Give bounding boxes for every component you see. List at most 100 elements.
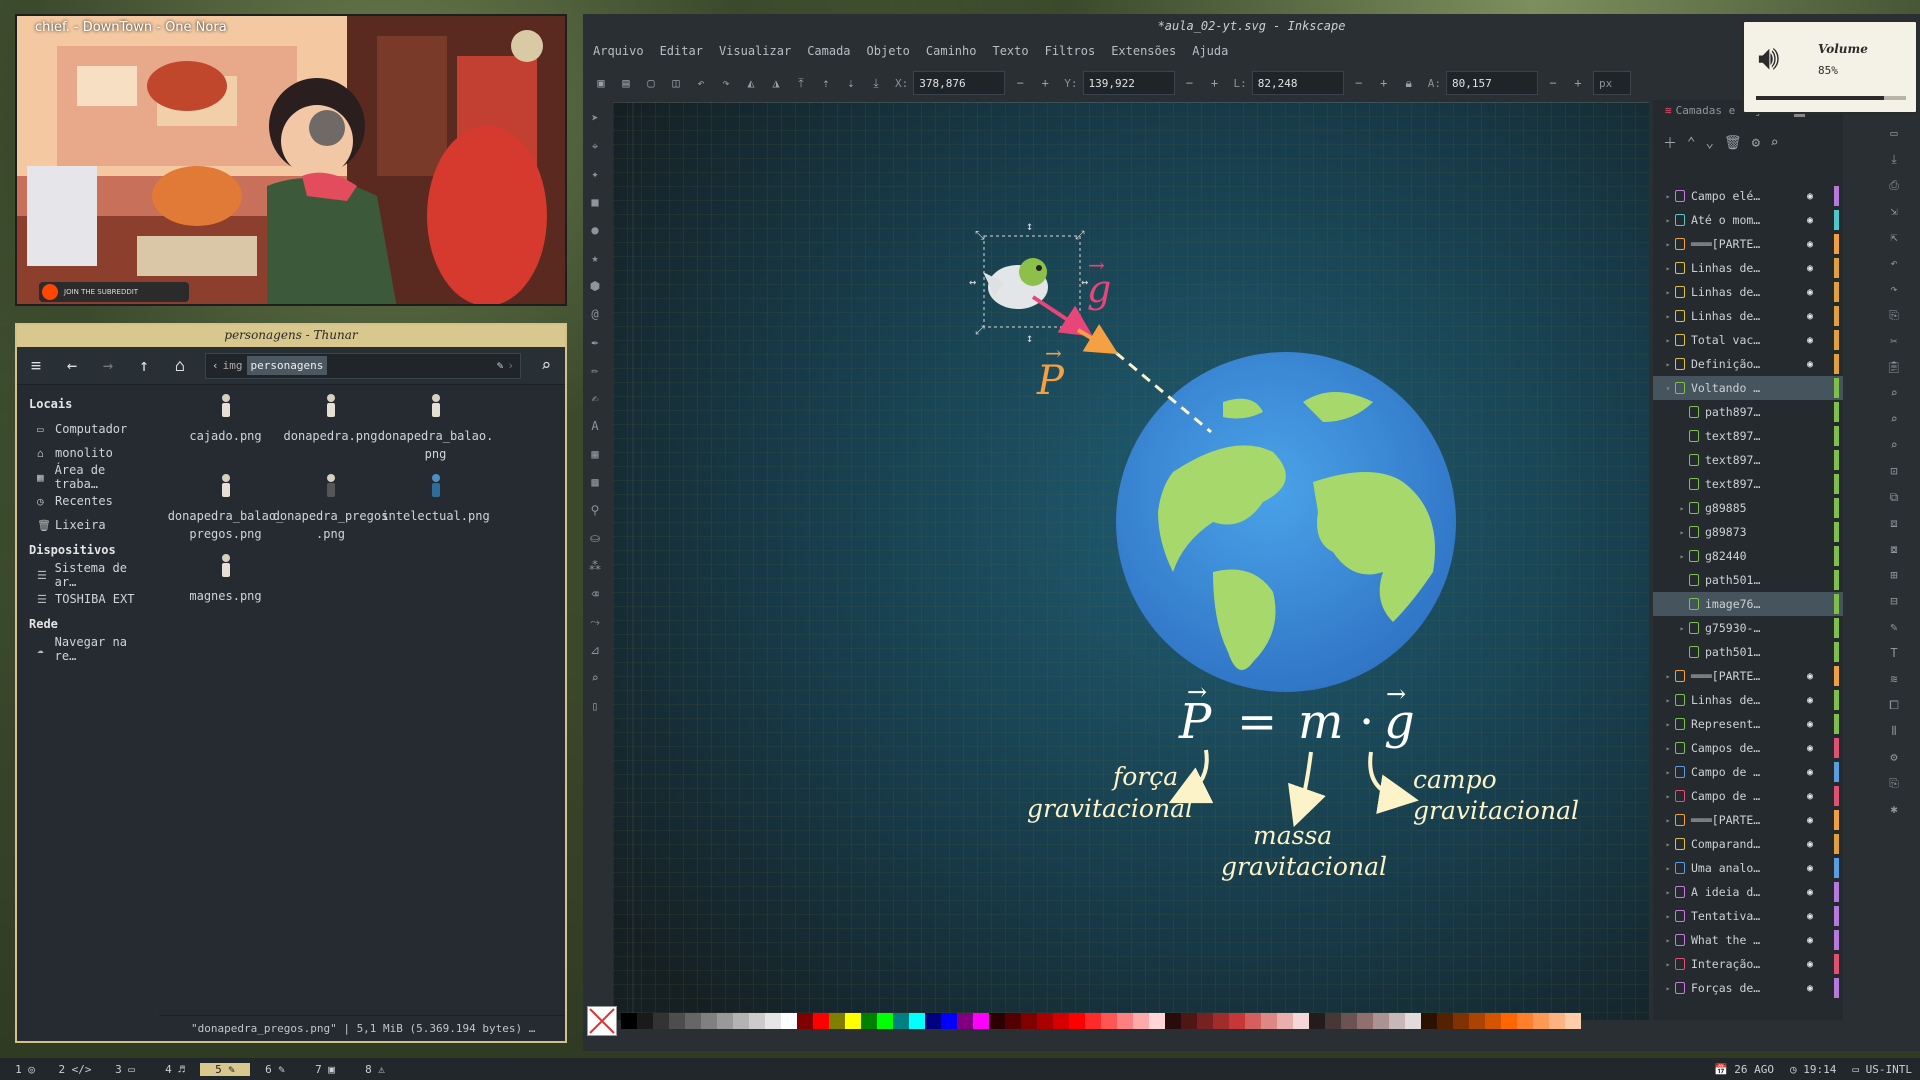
expand-toggle-icon[interactable]: ▸ xyxy=(1675,624,1689,633)
workspace-button[interactable]: 2 </> xyxy=(50,1063,100,1076)
visibility-eye-icon[interactable]: ◉ xyxy=(1807,935,1813,946)
expand-toggle-icon[interactable]: ▸ xyxy=(1661,984,1675,993)
document-properties-icon[interactable]: ⎘ xyxy=(1884,772,1904,794)
spiral-tool-icon[interactable]: @ xyxy=(586,302,604,326)
earth-illustration[interactable] xyxy=(1116,352,1456,692)
layer-row[interactable]: ▸ Forças de… ◉ xyxy=(1653,976,1843,1000)
delete-icon[interactable]: 🗑︎ xyxy=(1724,135,1742,151)
calligraphy-tool-icon[interactable]: ✍ xyxy=(586,386,604,410)
select-all-layers-icon[interactable]: ▤ xyxy=(616,73,636,93)
import-icon[interactable]: ⇲ xyxy=(1884,200,1904,222)
layer-row[interactable]: ▸ A ideia d… ◉ xyxy=(1653,880,1843,904)
sidebar-item[interactable]: 🗑︎ Lixeira xyxy=(23,513,153,537)
path-left-arrow-icon[interactable]: ‹ xyxy=(212,359,219,372)
x-input[interactable]: 378,876 xyxy=(913,71,1006,95)
lower-bottom-icon[interactable]: ⤓ xyxy=(866,73,886,93)
deselect-icon[interactable]: ▢ xyxy=(641,73,661,93)
lock-ratio-icon[interactable]: 🔒︎ xyxy=(1399,73,1419,93)
expand-toggle-icon[interactable]: ▸ xyxy=(1661,888,1675,897)
height-increment-icon[interactable]: + xyxy=(1568,73,1588,93)
expand-toggle-icon[interactable]: ▸ xyxy=(1661,336,1675,345)
visibility-eye-icon[interactable]: ◉ xyxy=(1807,815,1813,826)
path-right-arrow-icon[interactable]: › xyxy=(507,359,514,372)
color-swatch[interactable] xyxy=(1517,1013,1533,1029)
width-increment-icon[interactable]: + xyxy=(1374,73,1394,93)
visibility-eye-icon[interactable]: ◉ xyxy=(1807,791,1813,802)
layer-row[interactable]: ▸ Linhas de… ◉ xyxy=(1653,256,1843,280)
rotate-ccw-icon[interactable]: ↶ xyxy=(691,73,711,93)
color-swatch[interactable] xyxy=(1101,1013,1117,1029)
raise-top-icon[interactable]: ⤒ xyxy=(791,73,811,93)
visibility-eye-icon[interactable]: ◉ xyxy=(1807,287,1813,298)
layer-row[interactable]: ▸ ═══[PARTE… ◉ xyxy=(1653,808,1843,832)
connector-tool-icon[interactable]: ⤳ xyxy=(586,610,604,634)
color-swatch[interactable] xyxy=(1277,1013,1293,1029)
spray-tool-icon[interactable]: ⁂ xyxy=(586,554,604,578)
move-up-icon[interactable]: ⌃ xyxy=(1687,135,1695,151)
layer-row[interactable]: text897… xyxy=(1653,472,1843,496)
expand-toggle-icon[interactable]: ▸ xyxy=(1661,792,1675,801)
visibility-eye-icon[interactable]: ◉ xyxy=(1807,359,1813,370)
cut-icon[interactable]: ✂ xyxy=(1884,330,1904,352)
fill-stroke-icon[interactable]: ✎ xyxy=(1884,616,1904,638)
edit-path-icon[interactable]: ✎ xyxy=(497,359,504,372)
export-icon[interactable]: ⇱ xyxy=(1884,226,1904,248)
print-icon[interactable]: ⎙ xyxy=(1884,174,1904,196)
visibility-eye-icon[interactable]: ◉ xyxy=(1807,191,1813,202)
undo-icon[interactable]: ↶ xyxy=(1884,252,1904,274)
x-increment-icon[interactable]: + xyxy=(1035,73,1055,93)
expand-toggle-icon[interactable]: ▸ xyxy=(1675,552,1689,561)
color-swatch[interactable] xyxy=(1053,1013,1069,1029)
color-swatch[interactable] xyxy=(1357,1013,1373,1029)
color-swatch[interactable] xyxy=(1437,1013,1453,1029)
zoom-width-icon[interactable]: ⊡ xyxy=(1884,460,1904,482)
width-decrement-icon[interactable]: − xyxy=(1349,73,1369,93)
mesh-tool-icon[interactable]: ▩ xyxy=(586,470,604,494)
zoom-drawing-icon[interactable]: ⌕ xyxy=(1884,408,1904,430)
color-swatch[interactable] xyxy=(1469,1013,1485,1029)
menu-item[interactable]: Camada xyxy=(807,44,850,58)
color-swatch[interactable] xyxy=(653,1013,669,1029)
color-swatch[interactable] xyxy=(973,1013,989,1029)
layer-row[interactable]: path501… xyxy=(1653,640,1843,664)
color-swatch[interactable] xyxy=(701,1013,717,1029)
color-swatch[interactable] xyxy=(989,1013,1005,1029)
paste-icon[interactable]: 📋︎ xyxy=(1884,356,1904,378)
visibility-eye-icon[interactable]: ◉ xyxy=(1807,671,1813,682)
expand-toggle-icon[interactable]: ▸ xyxy=(1661,192,1675,201)
path-segment-current[interactable]: personagens xyxy=(246,356,328,375)
zoom-page-icon[interactable]: ⌕ xyxy=(1884,434,1904,456)
visibility-eye-icon[interactable]: ◉ xyxy=(1807,335,1813,346)
color-swatch[interactable] xyxy=(797,1013,813,1029)
visibility-eye-icon[interactable]: ◉ xyxy=(1807,719,1813,730)
sidebar-item[interactable]: ▭ Computador xyxy=(23,417,153,441)
expand-toggle-icon[interactable]: ▸ xyxy=(1661,936,1675,945)
menu-item[interactable]: Caminho xyxy=(926,44,977,58)
menu-item[interactable]: Objeto xyxy=(867,44,910,58)
sidebar-item[interactable]: ◷ Recentes xyxy=(23,489,153,513)
location-bar[interactable]: ‹ img personagens ✎ › xyxy=(205,352,521,379)
expand-toggle-icon[interactable]: ▸ xyxy=(1661,216,1675,225)
visibility-eye-icon[interactable]: ◉ xyxy=(1807,983,1813,994)
xml-editor-icon[interactable]: ⧠ xyxy=(1884,694,1904,716)
layer-row[interactable]: ▸ Uma analo… ◉ xyxy=(1653,856,1843,880)
expand-toggle-icon[interactable]: ▸ xyxy=(1661,864,1675,873)
subreddit-badge[interactable]: JOIN THE SUBREDDIT xyxy=(39,282,189,302)
menu-item[interactable]: Filtros xyxy=(1045,44,1096,58)
file-item[interactable]: magnes.png xyxy=(163,549,288,605)
expand-toggle-icon[interactable]: ▸ xyxy=(1675,528,1689,537)
layer-row[interactable]: ▸ Definição… ◉ xyxy=(1653,352,1843,376)
layers-panel-icon[interactable]: ≋ xyxy=(1884,668,1904,690)
y-input[interactable]: 139,922 xyxy=(1082,71,1175,95)
color-swatch[interactable] xyxy=(1453,1013,1469,1029)
color-swatch[interactable] xyxy=(1165,1013,1181,1029)
color-swatch[interactable] xyxy=(829,1013,845,1029)
color-swatch[interactable] xyxy=(1549,1013,1565,1029)
paint-bucket-tool-icon[interactable]: ⛀ xyxy=(586,526,604,550)
lower-icon[interactable]: ⇣ xyxy=(841,73,861,93)
y-decrement-icon[interactable]: − xyxy=(1180,73,1200,93)
color-swatch[interactable] xyxy=(637,1013,653,1029)
color-swatch[interactable] xyxy=(1213,1013,1229,1029)
expand-toggle-icon[interactable]: ▸ xyxy=(1661,240,1675,249)
color-swatch[interactable] xyxy=(909,1013,925,1029)
